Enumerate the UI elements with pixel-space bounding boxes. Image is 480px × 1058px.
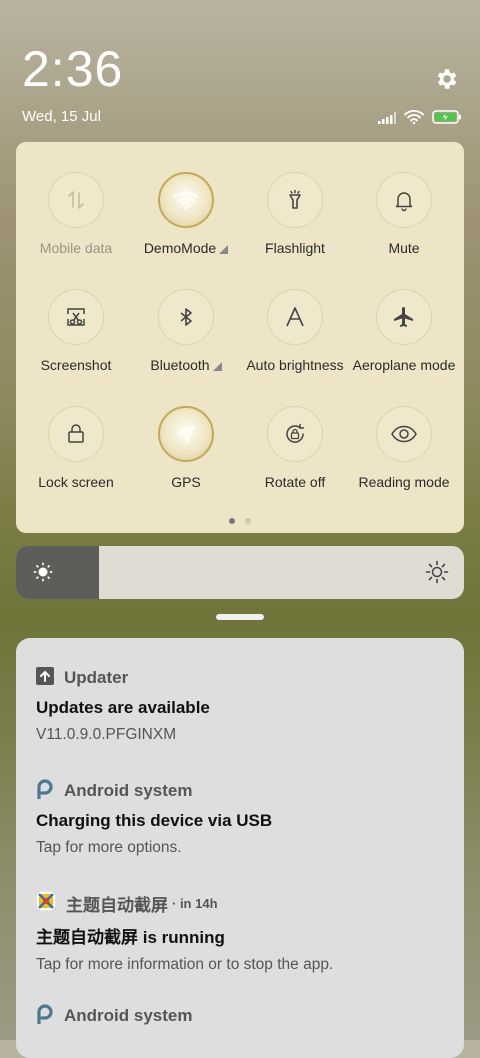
expand-triangle-icon: [212, 361, 222, 371]
tile-label: Rotate off: [264, 474, 326, 490]
upload-arrow-icon: [36, 666, 54, 690]
brightness-slider[interactable]: [16, 546, 464, 599]
tile-rotate-off[interactable]: Rotate off: [239, 406, 351, 490]
brightness-fill: [16, 546, 100, 599]
tile-label: Mute: [388, 240, 420, 256]
battery-charging-icon: [432, 110, 462, 129]
notification-title: Charging this device via USB: [36, 811, 273, 830]
tile-label: GPS: [171, 474, 201, 490]
notification-card[interactable]: Android system: [36, 1003, 444, 1029]
notification-text: V11.0.9.0.PFGINXM: [36, 726, 177, 743]
quick-settings-panel: Mobile data DemoMode Flashlight Mute Scr…: [16, 142, 464, 533]
tile-label: Aeroplane mode: [352, 357, 456, 373]
notification-title: Updates are available: [36, 698, 210, 717]
tile-label: Reading mode: [358, 474, 450, 490]
tile-flashlight[interactable]: Flashlight: [239, 172, 351, 256]
mobile-data-icon: [48, 172, 104, 228]
gps-icon: [158, 406, 214, 462]
notification-title: 主题自动截屏 is running: [36, 928, 225, 947]
bluetooth-icon: [158, 289, 214, 345]
tile-label: Flashlight: [265, 240, 325, 256]
tile-reading-mode[interactable]: Reading mode: [348, 406, 460, 490]
tile-label: Lock screen: [38, 474, 114, 490]
bell-icon: [376, 172, 432, 228]
tile-label: Bluetooth: [150, 357, 210, 373]
notification-card[interactable]: Android system Charging this device via …: [36, 778, 444, 857]
tile-label: Screenshot: [40, 357, 112, 373]
expand-triangle-icon: [219, 244, 229, 254]
tile-screenshot[interactable]: Screenshot: [20, 289, 132, 373]
notification-text: Tap for more information or to stop the …: [36, 956, 334, 973]
notification-card[interactable]: Updater Updates are available V11.0.9.0.…: [36, 666, 444, 744]
wifi-icon: [158, 172, 214, 228]
tile-lock-screen[interactable]: Lock screen: [20, 406, 132, 490]
date: Wed, 15 Jul: [22, 108, 101, 125]
tile-bluetooth[interactable]: Bluetooth: [130, 289, 242, 373]
flashlight-icon: [267, 172, 323, 228]
tile-label: Mobile data: [39, 240, 113, 256]
page-dot: [245, 518, 251, 524]
tile-label: Auto brightness: [246, 357, 344, 373]
notification-app-name: Updater: [64, 668, 129, 687]
page-indicator: [16, 518, 464, 524]
aeroplane-icon: [376, 289, 432, 345]
wifi-status-icon: [404, 110, 424, 129]
android-p-icon: [36, 778, 54, 804]
notification-app-name: 主题自动截屏: [66, 895, 168, 915]
notification-card[interactable]: 主题自动截屏 · in 14h 主题自动截屏 is running Tap fo…: [35, 890, 444, 974]
notification-text: Tap for more options.: [36, 839, 182, 856]
tile-demomode[interactable]: DemoMode: [130, 172, 242, 256]
status-icons: [378, 110, 462, 129]
brightness-high-icon: [424, 559, 450, 585]
drag-handle[interactable]: [216, 614, 264, 620]
settings-gear-icon[interactable]: [433, 66, 459, 92]
screenshot-icon: [48, 289, 104, 345]
tile-mute[interactable]: Mute: [348, 172, 460, 256]
android-p-icon: [36, 1003, 54, 1029]
tile-label: DemoMode: [143, 240, 217, 256]
notification-app-name: Android system: [64, 1006, 193, 1025]
eye-icon: [376, 406, 432, 462]
notification-list: Updater Updates are available V11.0.9.0.…: [16, 638, 464, 1058]
auto-brightness-icon: [267, 289, 323, 345]
tile-gps[interactable]: GPS: [130, 406, 242, 490]
clock: 2:36: [22, 41, 124, 97]
lock-icon: [48, 406, 104, 462]
notification-time: · in 14h: [172, 895, 218, 911]
tile-mobile-data[interactable]: Mobile data: [20, 172, 132, 256]
notification-app-name: Android system: [64, 781, 193, 800]
brightness-low-icon: [30, 559, 56, 585]
rotate-lock-icon: [267, 406, 323, 462]
tile-auto-brightness[interactable]: Auto brightness: [239, 289, 351, 373]
tile-aeroplane[interactable]: Aeroplane mode: [348, 289, 460, 373]
theme-app-icon: [35, 890, 57, 916]
signal-icon: [378, 111, 396, 129]
page-dot-active: [229, 518, 235, 524]
